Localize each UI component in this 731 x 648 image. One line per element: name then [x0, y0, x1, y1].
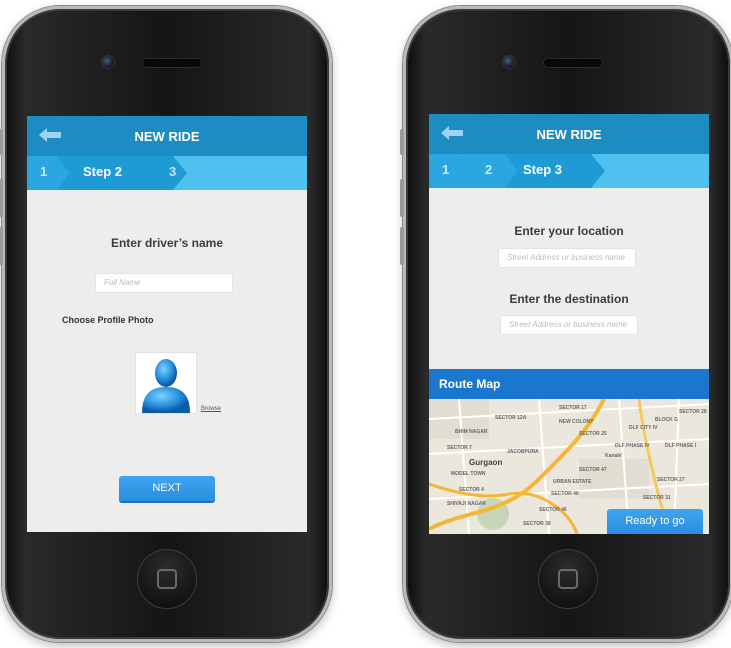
map-label: SECTOR 28 [679, 409, 707, 415]
map-label: BHIM NAGAR [455, 429, 488, 435]
earpiece-speaker [544, 59, 602, 67]
volume-up-button [0, 179, 3, 217]
browse-link[interactable]: Browse [201, 406, 221, 412]
step-3[interactable]: 3 [169, 164, 176, 179]
screen-new-ride-step-2: NEW RIDE 1 Step 2 3 Enter driver’s name … [27, 116, 307, 532]
map-label: SECTOR 12A [495, 415, 527, 421]
profile-photo[interactable] [135, 352, 197, 414]
location-input[interactable]: Street Address or business name [498, 248, 636, 268]
top-bar: NEW RIDE [429, 114, 709, 154]
map-label: SECTOR 17 [559, 405, 587, 411]
map-label: DLF CITY IV [629, 425, 658, 431]
map-label: SECTOR 31 [643, 495, 671, 501]
page-title: NEW RIDE [536, 127, 602, 142]
home-square-icon [558, 569, 578, 589]
map-label: BLOCK G [655, 417, 679, 423]
map-label: DLF PHASE IV [615, 443, 650, 449]
step-3-active[interactable]: Step 3 [523, 162, 562, 177]
destination-label: Enter the destination [509, 292, 629, 306]
next-button[interactable]: NEXT [119, 476, 215, 501]
mute-switch [400, 129, 404, 155]
step-1[interactable]: 1 [442, 162, 449, 177]
front-camera [502, 55, 516, 69]
ready-to-go-button[interactable]: Ready to go [607, 509, 703, 534]
map-label: NEW COLONY [559, 419, 594, 425]
volume-down-button [400, 227, 404, 265]
earpiece-speaker [143, 59, 201, 67]
location-label: Enter your location [514, 224, 624, 238]
map-label: SECTOR 46 [539, 507, 567, 513]
driver-name-label: Enter driver’s name [110, 236, 224, 250]
map-label: DLF PHASE I [665, 443, 697, 449]
home-square-icon [157, 569, 177, 589]
user-avatar-icon [142, 359, 190, 413]
map-label: JACOBPURA [507, 449, 539, 455]
screen-new-ride-step-3: NEW RIDE 1 2 Step 3 Enter your location … [429, 114, 709, 534]
top-bar: NEW RIDE [27, 116, 307, 156]
map-label: SECTOR 4 [459, 487, 484, 493]
map-label: SECTOR 7 [447, 445, 472, 451]
step-2[interactable]: 2 [485, 162, 492, 177]
map-label: SECTOR 25 [579, 431, 607, 437]
step-1[interactable]: 1 [40, 164, 47, 179]
page-title: NEW RIDE [134, 129, 200, 144]
driver-name-input[interactable]: Full Name [95, 273, 233, 293]
volume-down-button [0, 227, 3, 265]
home-button[interactable] [137, 549, 197, 609]
front-camera [101, 55, 115, 69]
step-indicator: 1 2 Step 3 [429, 154, 709, 188]
mute-switch [0, 129, 3, 155]
map-label: Kanahi [605, 453, 622, 459]
route-map-header: Route Map [429, 369, 709, 399]
home-button[interactable] [538, 549, 598, 609]
map-city-label: Gurgaon [469, 458, 503, 467]
destination-input[interactable]: Street Address or business name [500, 315, 638, 335]
phone-right: NEW RIDE 1 2 Step 3 Enter your location … [400, 6, 731, 642]
map-label: SECTOR 27 [657, 477, 685, 483]
map-label: SECTOR 38 [523, 521, 551, 527]
map-label: URBAN ESTATE [553, 479, 592, 485]
map-label: SHIVAJI NAGAR [447, 501, 486, 507]
step-2-active[interactable]: Step 2 [83, 164, 122, 179]
step-indicator: 1 Step 2 3 [27, 156, 307, 190]
volume-up-button [400, 179, 404, 217]
phone-left: NEW RIDE 1 Step 2 3 Enter driver’s name … [0, 6, 332, 642]
map-label: SECTOR 40 [551, 491, 579, 497]
profile-photo-label: Choose Profile Photo [62, 315, 154, 325]
map-label: SECTOR 47 [579, 467, 607, 473]
map-label: MODEL TOWN [451, 471, 486, 477]
